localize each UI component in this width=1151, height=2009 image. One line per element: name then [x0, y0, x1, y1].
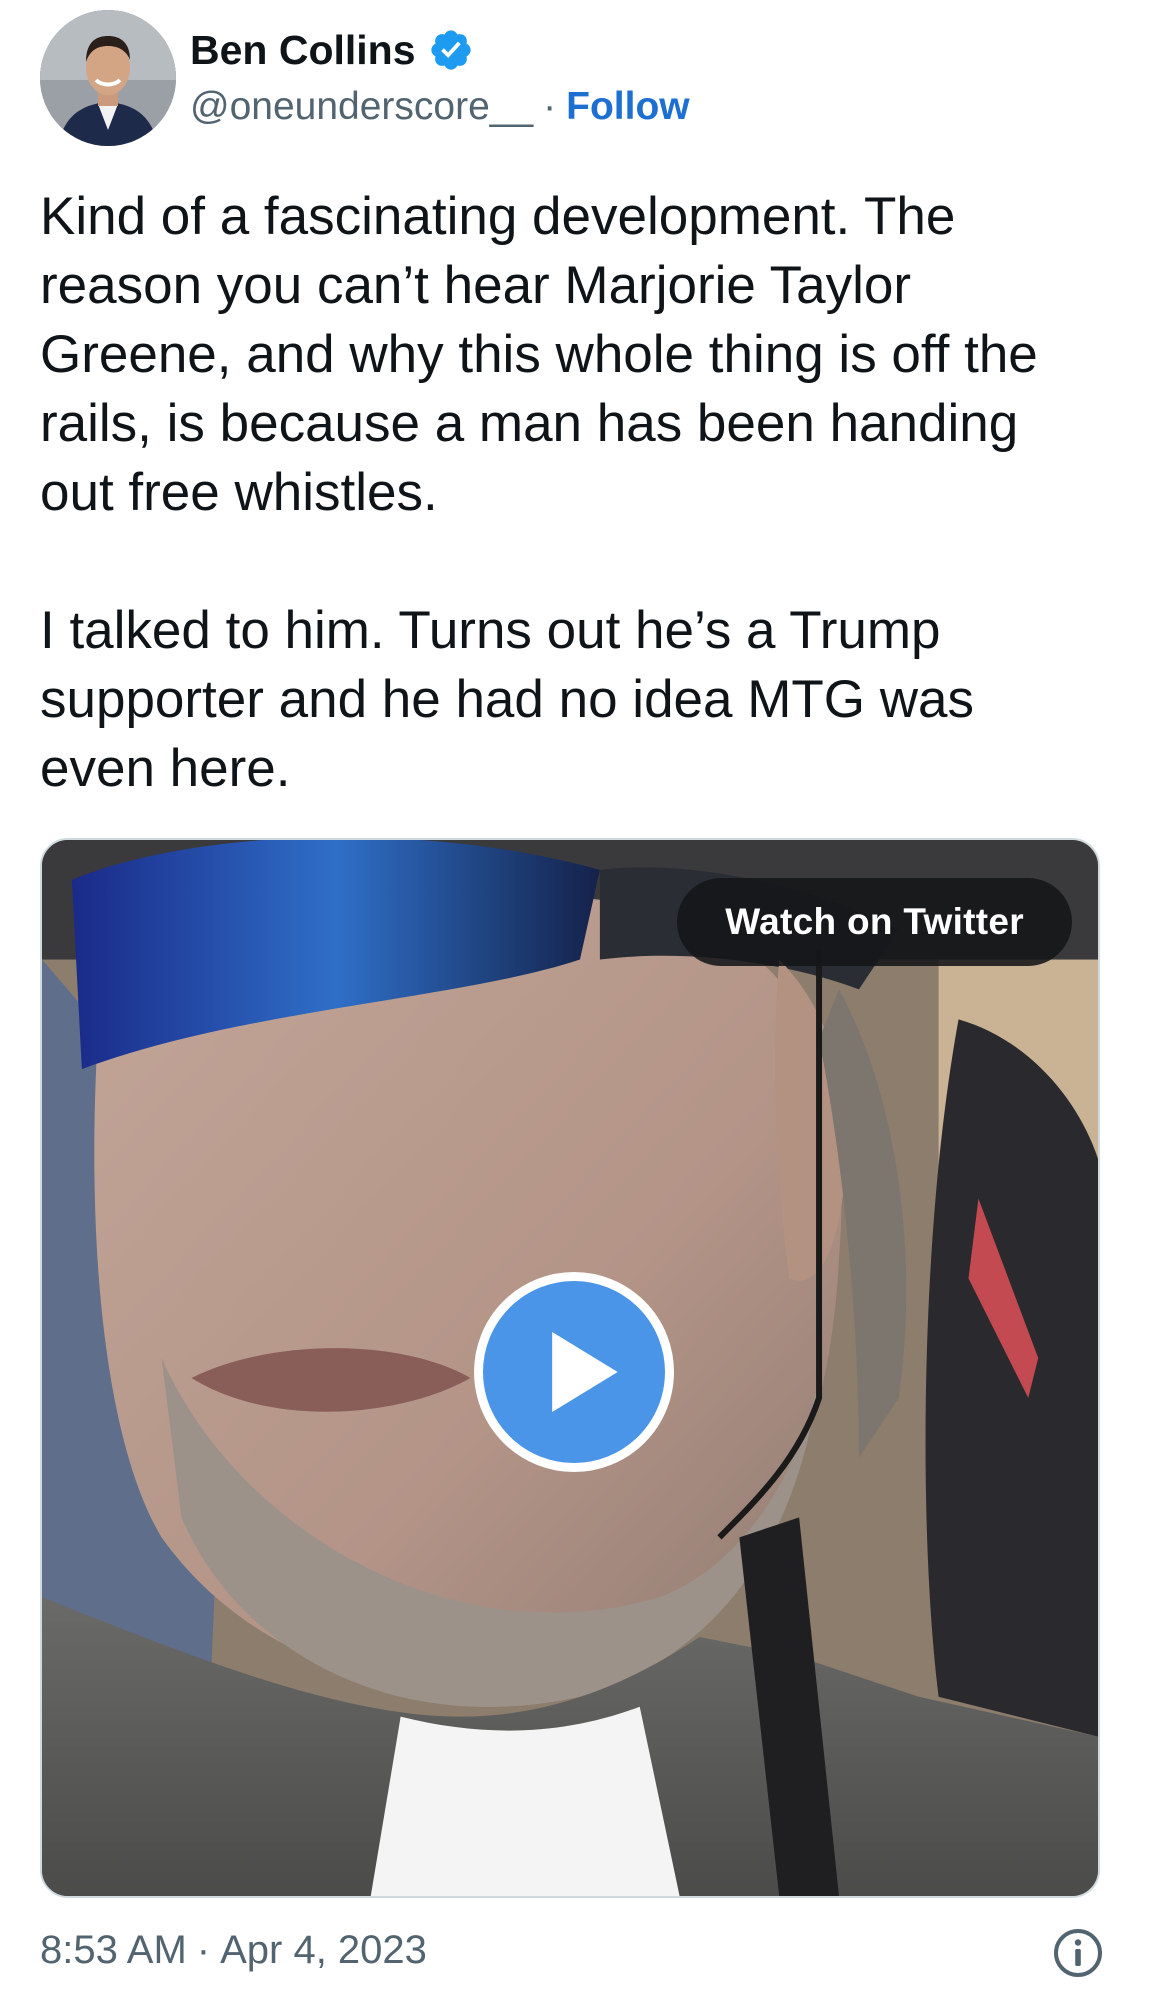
author-display-name[interactable]: Ben Collins [190, 27, 416, 74]
follow-button[interactable]: Follow [566, 85, 689, 129]
play-button[interactable] [474, 1272, 674, 1472]
info-icon[interactable] [1053, 1928, 1103, 1978]
tweet-time[interactable]: 8:53 AM [40, 1928, 187, 1973]
tweet-paragraph: Kind of a fascinating development. The r… [40, 187, 1038, 522]
tweet-date[interactable]: Apr 4, 2023 [220, 1928, 427, 1973]
tweet-paragraph: I talked to him. Turns out he’s a Trump … [40, 601, 974, 798]
author-handle[interactable]: @oneunderscore__ [190, 85, 533, 129]
tweet-text: Kind of a fascinating development. The r… [40, 182, 1100, 803]
handle-separator: · [543, 85, 557, 128]
author-handle-row: @oneunderscore__ · Follow [190, 82, 690, 132]
watch-on-twitter-button[interactable]: Watch on Twitter [677, 878, 1072, 966]
verified-badge-icon [430, 30, 471, 70]
tweet-card: Ben Collins @oneunderscore__ · Follow Ki… [0, 0, 1151, 2009]
avatar-portrait-icon [40, 10, 176, 146]
play-icon [552, 1331, 618, 1413]
tweet-timestamp: 8:53 AM · Apr 4, 2023 [40, 1922, 427, 1978]
author-name-row: Ben Collins [190, 22, 474, 78]
author-avatar[interactable] [40, 10, 176, 146]
video-media[interactable]: Watch on Twitter [40, 838, 1100, 1898]
timestamp-separator: · [196, 1927, 211, 1972]
